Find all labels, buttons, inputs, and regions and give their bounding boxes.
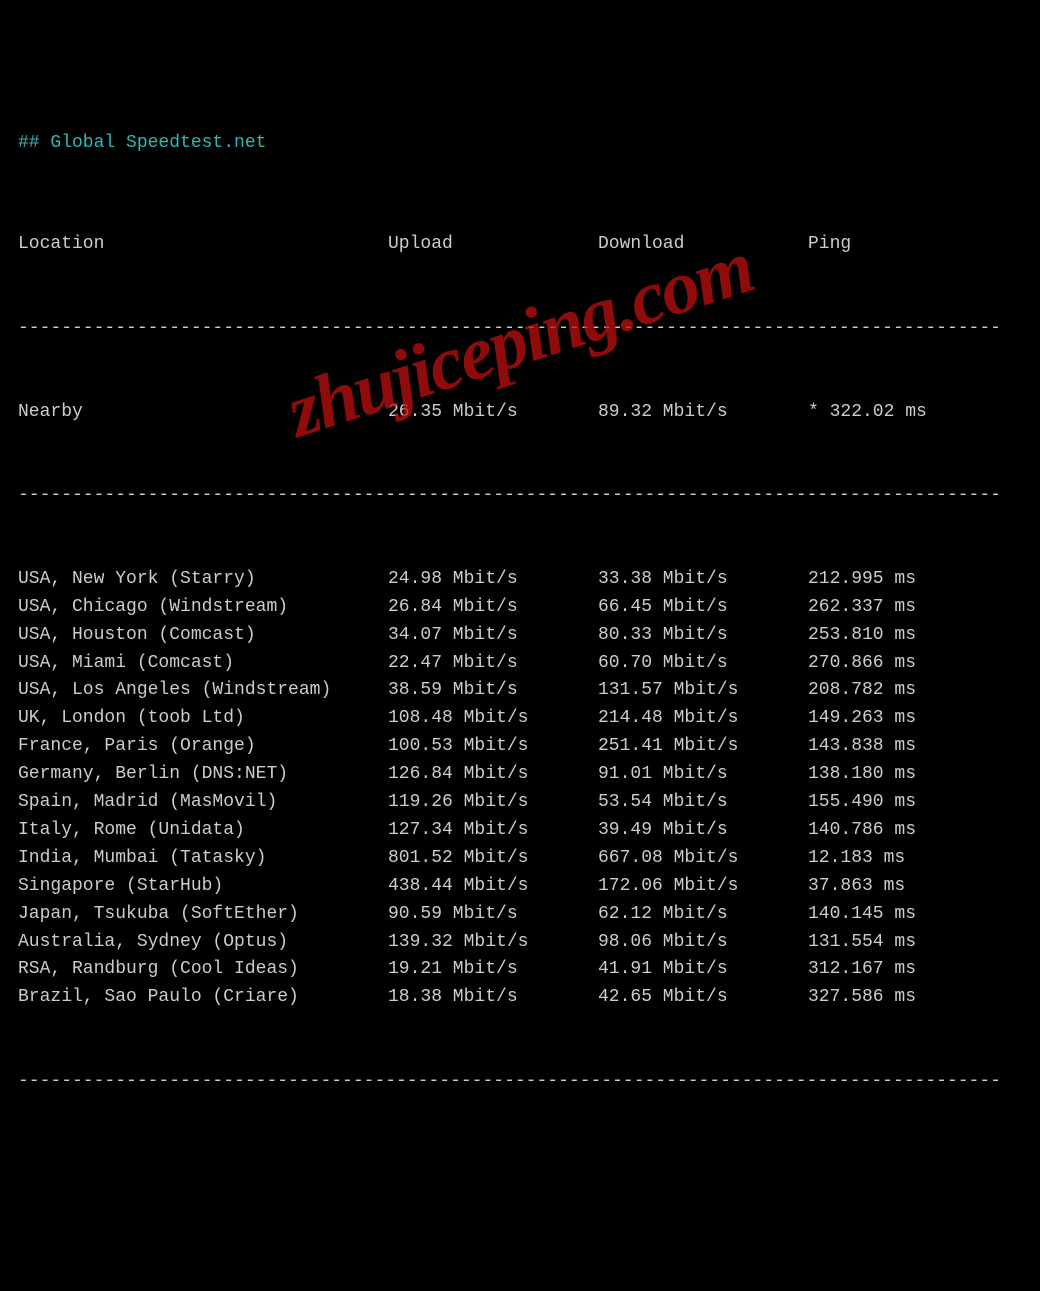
cell-location: Spain, Madrid (MasMovil): [18, 789, 388, 817]
cell-upload: 801.52 Mbit/s: [388, 845, 598, 873]
cell-location: Japan, Tsukuba (SoftEther): [18, 901, 388, 929]
header-location: Location: [18, 231, 388, 259]
table-row: USA, New York (Starry)24.98 Mbit/s33.38 …: [18, 566, 1022, 594]
cell-ping: 262.337 ms: [808, 594, 1022, 622]
cell-ping: 149.263 ms: [808, 705, 1022, 733]
cell-ping: 208.782 ms: [808, 677, 1022, 705]
cell-ping: 155.490 ms: [808, 789, 1022, 817]
cell-upload: 22.47 Mbit/s: [388, 650, 598, 678]
cell-download: 89.32 Mbit/s: [598, 399, 808, 427]
cell-download: 62.12 Mbit/s: [598, 901, 808, 929]
cell-download: 80.33 Mbit/s: [598, 622, 808, 650]
cell-ping: 253.810 ms: [808, 622, 1022, 650]
cell-upload: 139.32 Mbit/s: [388, 929, 598, 957]
table-row: Singapore (StarHub)438.44 Mbit/s172.06 M…: [18, 873, 1022, 901]
cell-upload: 19.21 Mbit/s: [388, 956, 598, 984]
cell-location: Australia, Sydney (Optus): [18, 929, 388, 957]
cell-download: 33.38 Mbit/s: [598, 566, 808, 594]
cell-upload: 127.34 Mbit/s: [388, 817, 598, 845]
cell-ping: 327.586 ms: [808, 984, 1022, 1012]
table-row: France, Paris (Orange)100.53 Mbit/s251.4…: [18, 733, 1022, 761]
table-row: USA, Los Angeles (Windstream)38.59 Mbit/…: [18, 677, 1022, 705]
cell-upload: 26.35 Mbit/s: [388, 399, 598, 427]
divider: ----------------------------------------…: [18, 482, 1018, 510]
cell-download: 667.08 Mbit/s: [598, 845, 808, 873]
cell-upload: 24.98 Mbit/s: [388, 566, 598, 594]
cell-ping: 138.180 ms: [808, 761, 1022, 789]
cell-location: Brazil, Sao Paulo (Criare): [18, 984, 388, 1012]
cell-location: USA, Los Angeles (Windstream): [18, 677, 388, 705]
cell-ping: 140.786 ms: [808, 817, 1022, 845]
cell-ping: 37.863 ms: [808, 873, 1022, 901]
section-title: ## Global Speedtest.net: [18, 130, 1022, 158]
cell-location: UK, London (toob Ltd): [18, 705, 388, 733]
table-row: Brazil, Sao Paulo (Criare)18.38 Mbit/s42…: [18, 984, 1022, 1012]
cell-location: USA, Houston (Comcast): [18, 622, 388, 650]
divider: ----------------------------------------…: [18, 315, 1018, 343]
table-row: Spain, Madrid (MasMovil)119.26 Mbit/s53.…: [18, 789, 1022, 817]
table-row: Australia, Sydney (Optus)139.32 Mbit/s98…: [18, 929, 1022, 957]
cell-location: Germany, Berlin (DNS:NET): [18, 761, 388, 789]
table-row: USA, Chicago (Windstream)26.84 Mbit/s66.…: [18, 594, 1022, 622]
cell-location: Nearby: [18, 399, 388, 427]
cell-location: USA, Miami (Comcast): [18, 650, 388, 678]
cell-upload: 38.59 Mbit/s: [388, 677, 598, 705]
cell-upload: 100.53 Mbit/s: [388, 733, 598, 761]
header-upload: Upload: [388, 231, 598, 259]
cell-ping: * 322.02 ms: [808, 399, 1022, 427]
header-download: Download: [598, 231, 808, 259]
cell-ping: 143.838 ms: [808, 733, 1022, 761]
cell-ping: 12.183 ms: [808, 845, 1022, 873]
cell-download: 39.49 Mbit/s: [598, 817, 808, 845]
table-row: USA, Miami (Comcast)22.47 Mbit/s60.70 Mb…: [18, 650, 1022, 678]
cell-download: 41.91 Mbit/s: [598, 956, 808, 984]
cell-location: France, Paris (Orange): [18, 733, 388, 761]
cell-download: 66.45 Mbit/s: [598, 594, 808, 622]
table-row-nearby: Nearby 26.35 Mbit/s 89.32 Mbit/s * 322.0…: [18, 399, 1022, 427]
table-row: USA, Houston (Comcast)34.07 Mbit/s80.33 …: [18, 622, 1022, 650]
cell-download: 60.70 Mbit/s: [598, 650, 808, 678]
cell-upload: 26.84 Mbit/s: [388, 594, 598, 622]
cell-download: 172.06 Mbit/s: [598, 873, 808, 901]
cell-ping: 270.866 ms: [808, 650, 1022, 678]
table-row: Italy, Rome (Unidata)127.34 Mbit/s39.49 …: [18, 817, 1022, 845]
table-body: USA, New York (Starry)24.98 Mbit/s33.38 …: [18, 566, 1022, 1012]
cell-location: India, Mumbai (Tatasky): [18, 845, 388, 873]
cell-location: USA, New York (Starry): [18, 566, 388, 594]
header-ping: Ping: [808, 231, 1022, 259]
table-header: Location Upload Download Ping: [18, 231, 1022, 259]
cell-download: 91.01 Mbit/s: [598, 761, 808, 789]
cell-download: 42.65 Mbit/s: [598, 984, 808, 1012]
cell-upload: 438.44 Mbit/s: [388, 873, 598, 901]
table-row: Germany, Berlin (DNS:NET)126.84 Mbit/s91…: [18, 761, 1022, 789]
table-row: Japan, Tsukuba (SoftEther)90.59 Mbit/s62…: [18, 901, 1022, 929]
cell-upload: 126.84 Mbit/s: [388, 761, 598, 789]
cell-upload: 90.59 Mbit/s: [388, 901, 598, 929]
divider: ----------------------------------------…: [18, 1068, 1018, 1096]
cell-upload: 34.07 Mbit/s: [388, 622, 598, 650]
cell-download: 53.54 Mbit/s: [598, 789, 808, 817]
table-row: UK, London (toob Ltd)108.48 Mbit/s214.48…: [18, 705, 1022, 733]
cell-upload: 18.38 Mbit/s: [388, 984, 598, 1012]
cell-location: USA, Chicago (Windstream): [18, 594, 388, 622]
cell-download: 251.41 Mbit/s: [598, 733, 808, 761]
cell-download: 131.57 Mbit/s: [598, 677, 808, 705]
table-row: India, Mumbai (Tatasky)801.52 Mbit/s667.…: [18, 845, 1022, 873]
cell-upload: 119.26 Mbit/s: [388, 789, 598, 817]
cell-upload: 108.48 Mbit/s: [388, 705, 598, 733]
cell-location: Italy, Rome (Unidata): [18, 817, 388, 845]
cell-location: RSA, Randburg (Cool Ideas): [18, 956, 388, 984]
cell-location: Singapore (StarHub): [18, 873, 388, 901]
cell-ping: 140.145 ms: [808, 901, 1022, 929]
cell-download: 98.06 Mbit/s: [598, 929, 808, 957]
cell-download: 214.48 Mbit/s: [598, 705, 808, 733]
cell-ping: 312.167 ms: [808, 956, 1022, 984]
cell-ping: 212.995 ms: [808, 566, 1022, 594]
cell-ping: 131.554 ms: [808, 929, 1022, 957]
table-row: RSA, Randburg (Cool Ideas)19.21 Mbit/s41…: [18, 956, 1022, 984]
